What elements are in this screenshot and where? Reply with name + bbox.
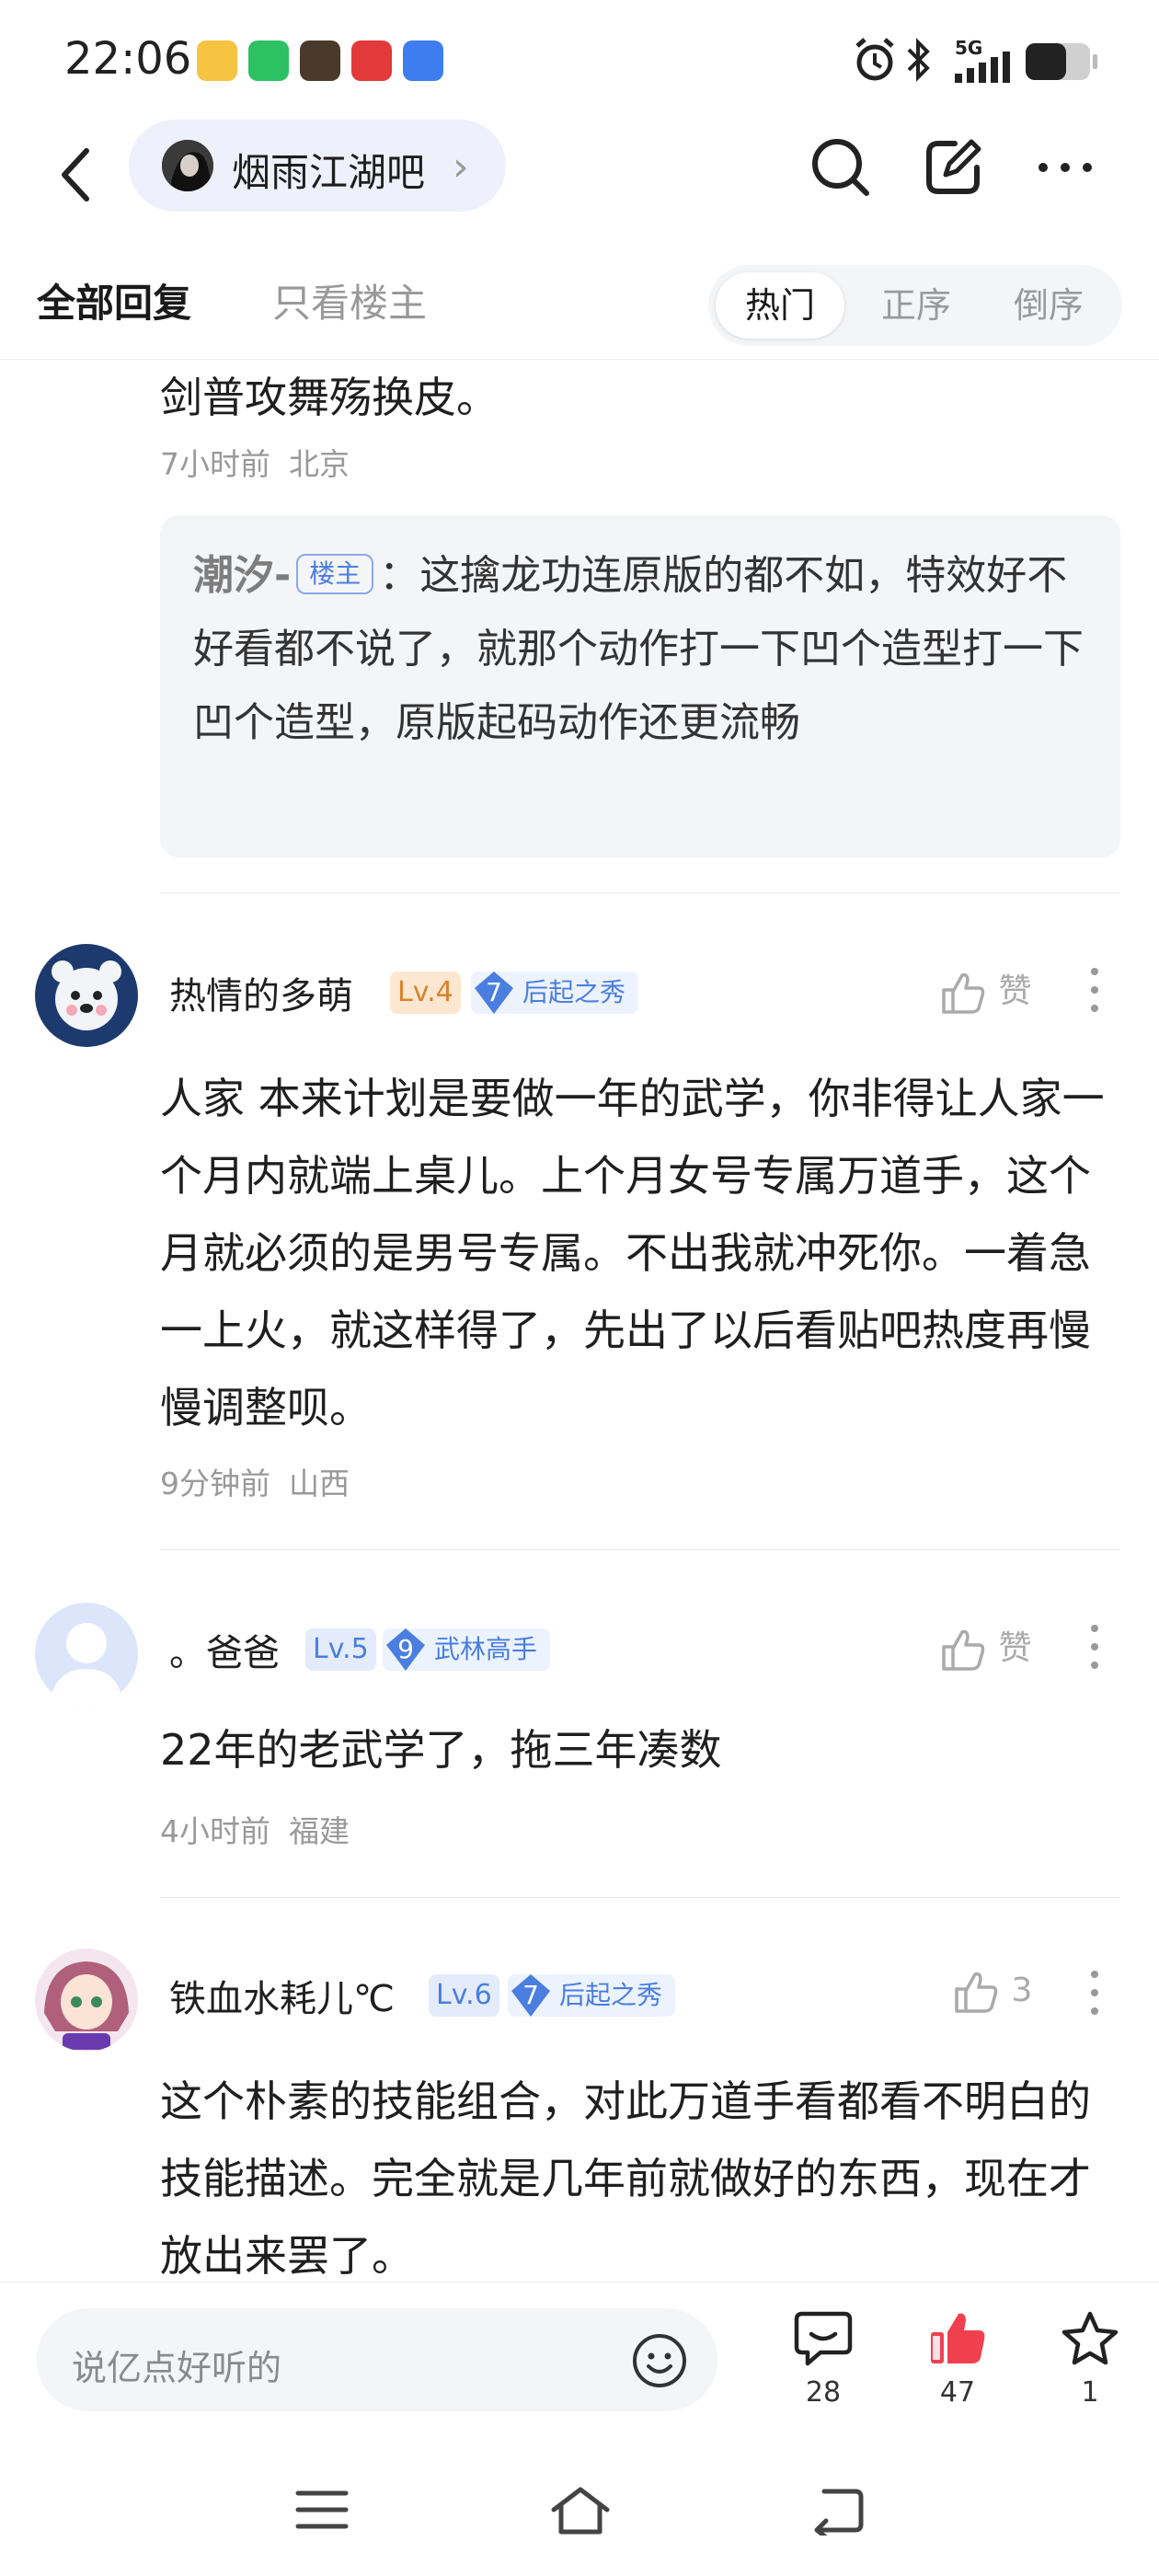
more-vertical-icon[interactable] — [1085, 962, 1104, 1018]
avatar[interactable] — [35, 944, 138, 1047]
comment-meta: 9分钟前 山西 — [160, 1459, 350, 1503]
tab-all-replies[interactable]: 全部回复 — [37, 272, 191, 328]
comment-location: 福建 — [289, 1813, 350, 1849]
top-nav: 烟雨江湖吧 › — [0, 120, 1159, 230]
chevron-right-icon: › — [453, 144, 469, 190]
menu-icon[interactable] — [294, 2484, 350, 2536]
back-arrow-icon[interactable] — [46, 138, 101, 212]
level-badge: Lv.4 — [390, 972, 461, 1014]
like-button[interactable]: 赞 — [938, 964, 1031, 1018]
status-bar: 22:06 5G — [0, 0, 1159, 120]
level-badge: Lv.6 — [429, 1974, 499, 2017]
favorite-count: 1 — [1081, 2376, 1099, 2409]
red-app-icon — [351, 40, 392, 81]
title-badge: 7 后起之秀 — [471, 970, 639, 1016]
owner-badge: 楼主 — [296, 554, 374, 594]
comment-placeholder: 说亿点好听的 — [72, 2348, 282, 2388]
comment-bubble-icon — [794, 2311, 853, 2366]
like-action[interactable]: 47 — [916, 2310, 999, 2409]
forum-link[interactable]: 烟雨江湖吧 › — [129, 120, 506, 212]
home-icon[interactable] — [548, 2484, 613, 2536]
sort-desc-button[interactable]: 倒序 — [984, 272, 1113, 339]
avatar[interactable] — [35, 1603, 138, 1706]
username[interactable]: 。爸爸 — [169, 1623, 280, 1676]
more-icon[interactable] — [1030, 132, 1100, 202]
title-badge: 9 武林高手 — [383, 1627, 551, 1673]
sub-reply-author[interactable]: 潮汐- — [193, 552, 291, 599]
diamond-icon: 7 — [508, 1972, 554, 2018]
partial-post-meta: 7小时前 北京 — [160, 440, 350, 484]
title-badge: 7 后起之秀 — [508, 1972, 676, 2018]
level-badge: Lv.5 — [305, 1628, 376, 1671]
favorite-action[interactable]: 1 — [1049, 2310, 1131, 2409]
diamond-icon: 9 — [383, 1627, 429, 1673]
thumbs-up-filled-icon — [931, 2313, 985, 2363]
thumbs-up-icon — [942, 1629, 985, 1671]
bluetooth-icon — [907, 38, 930, 82]
forum-name: 烟雨江湖吧 — [232, 150, 426, 195]
divider — [160, 1897, 1120, 1898]
sort-toggle: 热门 正序 倒序 — [708, 265, 1122, 346]
sort-asc-button[interactable]: 正序 — [852, 272, 981, 339]
username[interactable]: 铁血水耗儿℃ — [169, 1969, 395, 2022]
bottom-action-bar: 说亿点好听的 28 47 1 — [0, 2282, 1159, 2448]
partial-post-text: 剑普攻舞殇换皮。 — [160, 373, 499, 422]
battery-icon — [1026, 43, 1097, 80]
emoji-icon[interactable] — [631, 2332, 688, 2389]
comment-meta: 4小时前 福建 — [160, 1807, 350, 1851]
sub-reply: 潮汐- 楼主 ：这擒龙功连原版的都不如，特效好不好看都不说了，就那个动作打一下凹个造… — [193, 539, 1095, 760]
thumbs-up-icon — [942, 972, 985, 1014]
like-button[interactable]: 3 — [951, 1967, 1032, 2017]
comment-time: 4小时前 — [160, 1813, 270, 1849]
username[interactable]: 热情的多萌 — [169, 966, 353, 1019]
lottery-app-icon — [197, 40, 237, 81]
sub-reply-box[interactable]: 潮汐- 楼主 ：这擒龙功连原版的都不如，特效好不好看都不说了，就那个动作打一下凹个造… — [160, 515, 1120, 857]
comment-count: 28 — [805, 2376, 842, 2409]
comment-text: 22年的老武学了，拖三年凑数 — [160, 1725, 722, 1775]
more-vertical-icon[interactable] — [1085, 1619, 1104, 1674]
like-count: 47 — [939, 2376, 976, 2409]
search-icon[interactable] — [806, 132, 876, 202]
browser-app-icon — [403, 40, 443, 81]
comment-text: 这个朴素的技能组合，对此万道手看都看不明白的技能描述。完全就是几年前就做好的东西… — [160, 2076, 1091, 2281]
sort-hot-button[interactable]: 热门 — [716, 272, 844, 339]
divider — [160, 892, 1120, 893]
like-button[interactable]: 赞 — [938, 1621, 1031, 1674]
comment-time: 9分钟前 — [160, 1466, 270, 1501]
comment-input[interactable]: 说亿点好听的 — [37, 2308, 717, 2411]
comment-location: 山西 — [289, 1466, 350, 1501]
wechat-icon — [248, 40, 289, 81]
signal-icon — [955, 52, 1010, 83]
divider — [160, 1549, 1120, 1550]
reply-tabs: 全部回复 只看楼主 热门 正序 倒序 — [0, 248, 1159, 360]
comment-action[interactable]: 28 — [782, 2310, 865, 2409]
game-app-icon — [300, 40, 340, 81]
star-icon — [1061, 2311, 1119, 2365]
more-vertical-icon[interactable] — [1085, 1965, 1104, 2020]
post-time: 7小时前 — [160, 446, 270, 482]
back-icon[interactable] — [809, 2484, 865, 2536]
diamond-icon: 7 — [471, 970, 517, 1016]
status-time: 22:06 — [64, 33, 192, 85]
avatar[interactable] — [35, 1949, 138, 2052]
reply-list: 剑普攻舞殇换皮。 7小时前 北京 潮汐- 楼主 ：这擒龙功连原版的都不如，特效好不好看… — [0, 359, 1159, 2282]
post-location: 北京 — [289, 446, 350, 482]
system-nav-bar — [0, 2447, 1159, 2576]
thumbs-up-icon — [955, 1972, 998, 2013]
alarm-icon — [855, 38, 894, 81]
comment-text: 人家 本来计划是要做一年的武学，你非得让人家一个月内就端上桌儿。上个月女号专属万… — [160, 1074, 1105, 1432]
edit-icon[interactable] — [918, 132, 988, 202]
forum-avatar — [162, 140, 213, 191]
tab-owner-only[interactable]: 只看楼主 — [272, 272, 427, 328]
